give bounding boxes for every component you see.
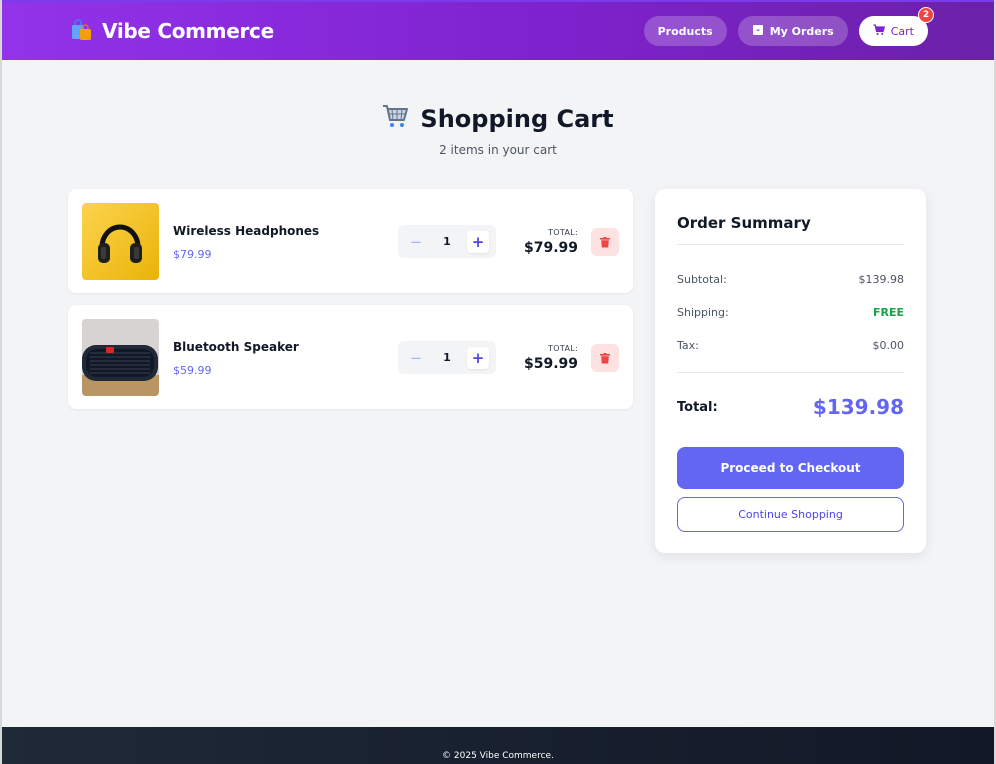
tax-row: Tax: $0.00 xyxy=(677,339,904,352)
item-price: $79.99 xyxy=(173,248,212,261)
top-header: Vibe Commerce Products My Orders Cart 2 xyxy=(2,0,994,60)
subtotal-label: Subtotal: xyxy=(677,273,727,286)
item-name: Bluetooth Speaker xyxy=(173,340,299,354)
quantity-value: 1 xyxy=(443,351,451,364)
proceed-to-checkout-button[interactable]: Proceed to Checkout xyxy=(677,447,904,489)
page-footer: © 2025 Vibe Commerce. xyxy=(2,727,994,764)
shipping-row: Shipping: FREE xyxy=(677,306,904,319)
increase-quantity-button[interactable]: + xyxy=(467,230,489,253)
trash-icon xyxy=(600,233,610,252)
item-total-value: $79.99 xyxy=(523,240,578,256)
grand-total-value: $139.98 xyxy=(812,395,904,419)
brand-name: Vibe Commerce xyxy=(102,19,274,43)
item-total-label: TOTAL: xyxy=(548,228,578,237)
decrease-quantity-button[interactable]: − xyxy=(405,230,427,253)
page-title-text: Shopping Cart xyxy=(420,105,614,133)
item-total-label: TOTAL: xyxy=(548,344,578,353)
products-nav-button[interactable]: Products xyxy=(643,16,727,46)
page-title: Shopping Cart xyxy=(382,103,614,135)
product-image-speaker xyxy=(82,319,159,396)
page-heading: Shopping Cart 2 items in your cart xyxy=(2,103,994,157)
subtotal-value: $139.98 xyxy=(858,273,905,286)
grand-total-label: Total: xyxy=(677,399,718,415)
trash-icon xyxy=(600,349,610,368)
cart-nav-label: Cart xyxy=(890,24,914,38)
cart-nav-button[interactable]: Cart 2 xyxy=(858,7,934,46)
order-summary-title: Order Summary xyxy=(677,214,811,232)
increase-quantity-button[interactable]: + xyxy=(467,346,489,369)
shopping-cart-icon xyxy=(382,103,410,135)
item-price: $59.99 xyxy=(173,364,212,377)
shipping-value: FREE xyxy=(872,306,904,319)
cart-count-badge: 2 xyxy=(918,7,934,23)
tax-label: Tax: xyxy=(677,339,699,352)
summary-divider xyxy=(677,372,904,373)
decrease-quantity-button[interactable]: − xyxy=(405,346,427,369)
products-nav-label: Products xyxy=(657,24,713,38)
continue-shopping-button[interactable]: Continue Shopping xyxy=(677,497,904,532)
shopping-bags-icon xyxy=(70,19,94,43)
brand[interactable]: Vibe Commerce xyxy=(70,19,274,43)
my-orders-nav-button[interactable]: My Orders xyxy=(737,16,848,46)
cart-item: Wireless Headphones $79.99 − 1 + TOTAL: … xyxy=(68,189,633,293)
remove-item-button[interactable] xyxy=(591,344,619,372)
shipping-label: Shipping: xyxy=(677,306,729,319)
item-name: Wireless Headphones xyxy=(173,224,320,238)
grand-total-row: Total: $139.98 xyxy=(677,395,904,419)
tax-value: $0.00 xyxy=(872,339,905,352)
cart-item: Bluetooth Speaker $59.99 − 1 + TOTAL: $5… xyxy=(68,305,633,409)
summary-divider xyxy=(677,244,904,245)
quantity-value: 1 xyxy=(443,235,451,248)
main-nav: Products My Orders Cart 2 xyxy=(643,7,934,46)
quantity-stepper: − 1 + xyxy=(398,341,496,374)
my-orders-nav-label: My Orders xyxy=(769,24,834,38)
package-icon xyxy=(752,24,764,39)
subtotal-row: Subtotal: $139.98 xyxy=(677,273,904,286)
remove-item-button[interactable] xyxy=(591,228,619,256)
cart-icon xyxy=(873,23,885,39)
quantity-stepper: − 1 + xyxy=(398,225,496,258)
item-total-value: $59.99 xyxy=(523,356,578,372)
page-subtitle: 2 items in your cart xyxy=(439,143,557,157)
order-summary-panel: Order Summary Subtotal: $139.98 Shipping… xyxy=(655,189,926,553)
footer-copyright: © 2025 Vibe Commerce. xyxy=(442,751,554,761)
product-image-headphones xyxy=(82,203,159,280)
